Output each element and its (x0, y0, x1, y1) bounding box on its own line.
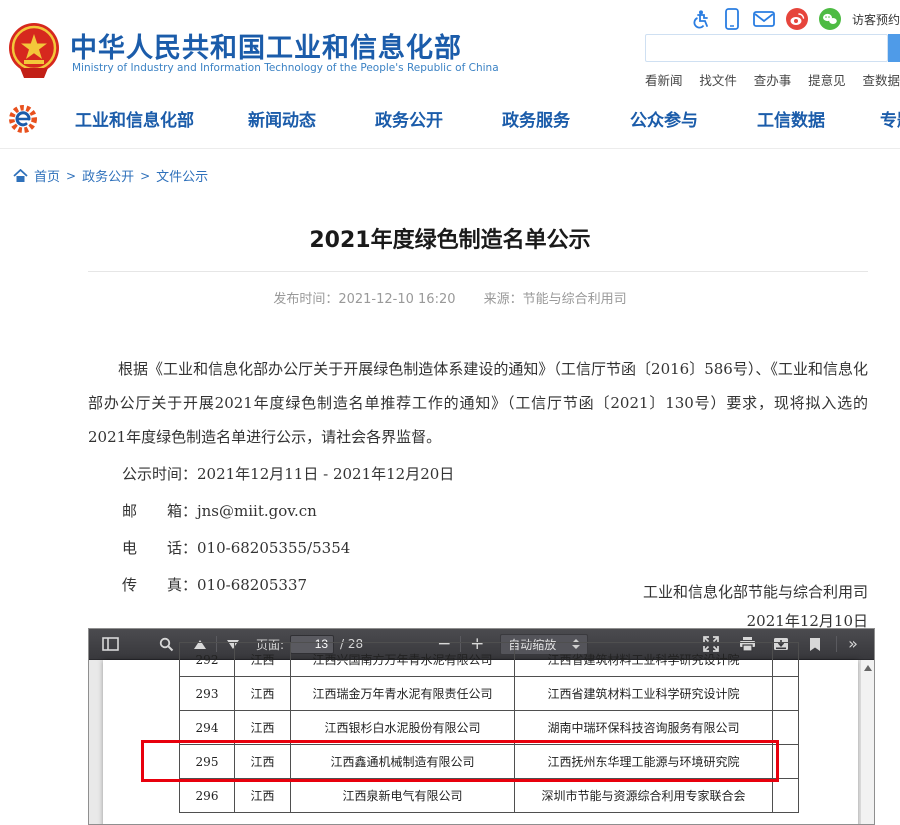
row-company: 江西兴国南方万年青水泥有限公司 (291, 643, 515, 677)
row-company: 江西泉新电气有限公司 (291, 779, 515, 813)
quick-links: 看新闻 找文件 查办事 提意见 查数据 (645, 70, 900, 89)
contact-email: 邮 箱：jns@miit.gov.cn (122, 493, 454, 530)
search-button[interactable] (888, 34, 900, 62)
row-province: 江西 (235, 779, 291, 813)
row-company: 江西瑞金万年青水泥有限责任公司 (291, 677, 515, 711)
source: 来源：节能与综合利用司 (484, 292, 627, 307)
row-no: 296 (180, 779, 235, 813)
nav-item-data[interactable]: 工信数据 (757, 106, 825, 131)
table-row: 296 江西 江西泉新电气有限公司 深圳市节能与资源综合利用专家联合会 (180, 779, 799, 813)
home-icon[interactable] (13, 169, 28, 183)
gear-logo-icon (8, 104, 38, 134)
row-extra (773, 677, 799, 711)
nav-item-gov-services[interactable]: 政务服务 (502, 106, 570, 131)
row-extra (773, 643, 799, 677)
row-org: 江西抚州东华理工能源与环境研究院 (515, 745, 773, 779)
breadcrumb-separator: > (66, 169, 76, 183)
scroll-up-icon[interactable] (864, 665, 872, 671)
signature-org: 工业和信息化部节能与综合利用司 (88, 578, 868, 607)
row-province: 江西 (235, 711, 291, 745)
national-emblem-logo (8, 22, 60, 78)
public-notice-period: 公示时间：2021年12月11日 - 2021年12月20日 (122, 456, 454, 493)
quick-link-services[interactable]: 查办事 (754, 70, 792, 89)
accessibility-icon[interactable] (690, 8, 710, 30)
search-input[interactable] (645, 34, 888, 62)
table-row: 292 江西 江西兴国南方万年青水泥有限公司 江西省建筑材料工业科学研究设计院 (180, 643, 799, 677)
row-company: 江西银杉白水泥股份有限公司 (291, 711, 515, 745)
row-no: 293 (180, 677, 235, 711)
breadcrumb-home[interactable]: 首页 (34, 166, 60, 185)
site-subtitle: Ministry of Industry and Information Tec… (72, 62, 499, 74)
mail-icon[interactable] (753, 8, 775, 30)
row-extra (773, 711, 799, 745)
row-province: 江西 (235, 745, 291, 779)
row-no: 294 (180, 711, 235, 745)
title-divider (88, 271, 868, 272)
top-icon-bar: 访客预约 (690, 6, 900, 32)
row-province: 江西 (235, 677, 291, 711)
row-province: 江西 (235, 643, 291, 677)
article-meta: 发布时间：2021-12-10 16:20 来源：节能与综合利用司 (0, 288, 900, 307)
search-icon[interactable] (155, 633, 177, 655)
site-title: 中华人民共和国工业和信息化部 (70, 26, 462, 65)
nav-divider (0, 148, 900, 149)
pdf-page: 292 江西 江西兴国南方万年青水泥有限公司 江西省建筑材料工业科学研究设计院 … (103, 660, 858, 825)
nav-item-topics[interactable]: 专题 (880, 106, 900, 131)
row-org: 江西省建筑材料工业科学研究设计院 (515, 643, 773, 677)
page: 中华人民共和国工业和信息化部 Ministry of Industry and … (0, 0, 900, 825)
wechat-icon[interactable] (819, 8, 841, 30)
weibo-icon[interactable] (786, 8, 808, 30)
visitor-reservation-link[interactable]: 访客预约 (852, 11, 900, 28)
breadcrumb-file-notice[interactable]: 文件公示 (156, 166, 208, 185)
site-search (645, 34, 900, 62)
table-row: 294 江西 江西银杉白水泥股份有限公司 湖南中瑞环保科技咨询服务有限公司 (180, 711, 799, 745)
pdf-body: 292 江西 江西兴国南方万年青水泥有限公司 江西省建筑材料工业科学研究设计院 … (89, 660, 874, 825)
contact-phone: 电 话：010-68205355/5354 (122, 530, 454, 567)
page-title: 2021年度绿色制造名单公示 (0, 222, 900, 254)
nav-item-news[interactable]: 新闻动态 (248, 106, 316, 131)
row-no: 295 (180, 745, 235, 779)
main-nav: 工业和信息化部 新闻动态 政务公开 政务服务 公众参与 工信数据 专题 (0, 98, 900, 146)
mobile-icon[interactable] (721, 8, 741, 30)
row-extra (773, 779, 799, 813)
more-tools-icon[interactable]: » (842, 633, 864, 655)
quick-link-news[interactable]: 看新闻 (645, 70, 683, 89)
row-extra (773, 745, 799, 779)
article-paragraph: 根据《工业和信息化部办公厅关于开展绿色制造体系建设的通知》（工信厅节函〔2016… (88, 352, 868, 454)
pdf-scrollbar[interactable] (860, 660, 874, 825)
nav-item-gov-openness[interactable]: 政务公开 (375, 106, 443, 131)
row-no: 292 (180, 643, 235, 677)
site-header: 中华人民共和国工业和信息化部 Ministry of Industry and … (0, 0, 900, 96)
breadcrumb: 首页 > 政务公开 > 文件公示 (13, 166, 208, 185)
table-row-highlighted: 295 江西 江西鑫通机械制造有限公司 江西抚州东华理工能源与环境研究院 (180, 745, 799, 779)
breadcrumb-gov-openness[interactable]: 政务公开 (82, 166, 134, 185)
row-company: 江西鑫通机械制造有限公司 (291, 745, 515, 779)
publish-time: 发布时间：2021-12-10 16:20 (273, 292, 455, 307)
toolbar-separator (836, 636, 837, 652)
table-row: 293 江西 江西瑞金万年青水泥有限责任公司 江西省建筑材料工业科学研究设计院 (180, 677, 799, 711)
nav-item-participation[interactable]: 公众参与 (630, 106, 698, 131)
pdf-viewer: 页面: / 28 − + 自动缩放 » (88, 628, 875, 825)
row-org: 江西省建筑材料工业科学研究设计院 (515, 677, 773, 711)
quick-link-files[interactable]: 找文件 (699, 70, 737, 89)
quick-link-feedback[interactable]: 提意见 (808, 70, 846, 89)
bookmark-icon[interactable] (804, 633, 826, 655)
quick-link-data[interactable]: 查数据 (862, 70, 900, 89)
row-org: 深圳市节能与资源综合利用专家联合会 (515, 779, 773, 813)
sidebar-toggle-icon[interactable] (99, 633, 121, 655)
row-org: 湖南中瑞环保科技咨询服务有限公司 (515, 711, 773, 745)
breadcrumb-separator: > (140, 169, 150, 183)
nav-item-miit[interactable]: 工业和信息化部 (75, 106, 194, 131)
green-manufacturing-table: 292 江西 江西兴国南方万年青水泥有限公司 江西省建筑材料工业科学研究设计院 … (179, 642, 799, 813)
